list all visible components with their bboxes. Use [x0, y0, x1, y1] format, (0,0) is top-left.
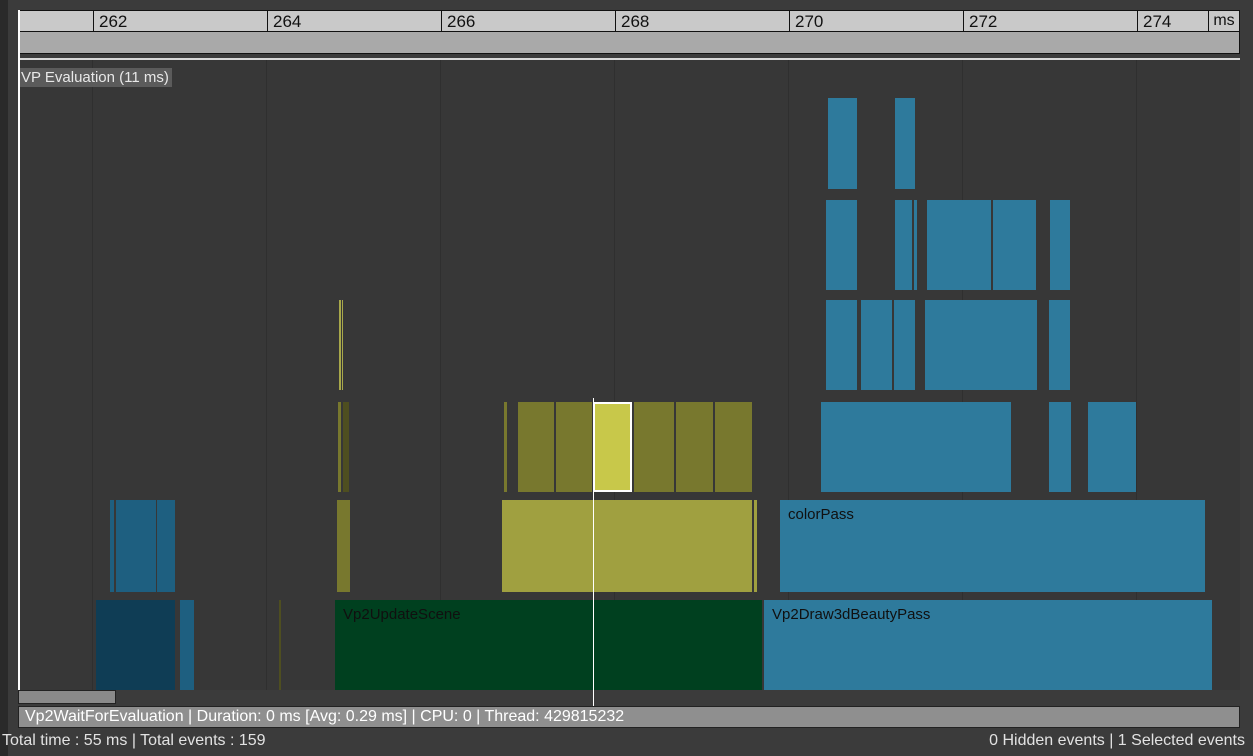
- event-block[interactable]: [993, 200, 1036, 290]
- gridline: [92, 60, 93, 690]
- event-block[interactable]: [927, 200, 991, 290]
- event-block[interactable]: [895, 200, 912, 290]
- track-title: VP Evaluation (11 ms): [18, 68, 172, 87]
- event-block[interactable]: [504, 402, 507, 492]
- ruler-tick: [441, 11, 442, 33]
- profiler-window: 262 264 266 268 270 272 274 ms VP Evalua…: [0, 0, 1253, 756]
- footer-summary: Total time : 55 ms | Total events : 159: [2, 732, 266, 749]
- event-block[interactable]: [110, 500, 114, 592]
- left-border: [0, 0, 8, 756]
- event-label: colorPass: [788, 506, 854, 523]
- event-block[interactable]: [828, 98, 857, 189]
- event-block[interactable]: [821, 402, 1011, 492]
- event-block[interactable]: [1049, 300, 1070, 390]
- ruler-tick-label: 272: [969, 12, 998, 31]
- footer-selection-summary: 0 Hidden events | 1 Selected events: [989, 732, 1245, 749]
- track-left-boundary: [18, 10, 20, 700]
- event-block[interactable]: [826, 200, 857, 290]
- event-block[interactable]: [338, 402, 341, 492]
- selected-event-status: Vp2WaitForEvaluation | Duration: 0 ms [A…: [18, 706, 1240, 728]
- ruler-tick-label: 274: [1143, 12, 1172, 31]
- color-pass-block[interactable]: colorPass: [780, 500, 1205, 592]
- gridline: [788, 60, 789, 690]
- event-block[interactable]: [279, 600, 281, 690]
- event-block[interactable]: [676, 402, 713, 492]
- ruler-tick: [963, 11, 964, 33]
- event-block[interactable]: [895, 98, 915, 189]
- evaluation-track[interactable]: VP Evaluation (11 ms) colorPass Vp2Updat…: [18, 58, 1240, 690]
- event-label: Vp2UpdateScene: [343, 606, 461, 623]
- ruler-tick-label: 262: [99, 12, 128, 31]
- selection-cursor-line: [593, 398, 594, 706]
- vp2-draw3d-beauty-pass-block[interactable]: Vp2Draw3dBeautyPass: [764, 600, 1212, 690]
- event-block[interactable]: [715, 402, 752, 492]
- event-block[interactable]: [1049, 402, 1071, 492]
- event-block[interactable]: [339, 300, 341, 390]
- event-block[interactable]: [754, 500, 757, 592]
- event-block[interactable]: [925, 300, 1037, 390]
- event-block[interactable]: [1088, 402, 1136, 492]
- gridline: [614, 60, 615, 690]
- gridline: [266, 60, 267, 690]
- event-block[interactable]: [180, 600, 194, 690]
- ruler-tick: [615, 11, 616, 33]
- event-block[interactable]: [634, 402, 674, 492]
- selected-event-block[interactable]: [593, 402, 632, 492]
- ruler-tick-label: 268: [621, 12, 650, 31]
- event-block[interactable]: [342, 300, 343, 390]
- event-block[interactable]: [894, 300, 915, 390]
- event-block[interactable]: [343, 402, 349, 492]
- event-block[interactable]: [826, 300, 857, 390]
- gridline: [1136, 60, 1137, 690]
- ruler-tick: [93, 11, 94, 33]
- ruler-tick: [1137, 11, 1138, 33]
- event-block[interactable]: [116, 500, 156, 592]
- ruler-tick: [267, 11, 268, 33]
- gridline: [440, 60, 441, 690]
- event-block[interactable]: [556, 402, 592, 492]
- event-label: Vp2Draw3dBeautyPass: [772, 606, 931, 623]
- event-block[interactable]: [502, 500, 752, 592]
- ruler-tick-label: 264: [273, 12, 302, 31]
- ruler-unit-label: ms: [1208, 11, 1239, 31]
- ruler-subtrack: [18, 32, 1240, 54]
- event-block[interactable]: [914, 200, 917, 290]
- event-block[interactable]: [861, 300, 892, 390]
- event-block[interactable]: [96, 600, 175, 690]
- event-block[interactable]: [518, 402, 554, 492]
- ruler-tick-label: 266: [447, 12, 476, 31]
- collapsed-track-tab[interactable]: [18, 690, 116, 704]
- event-block[interactable]: [157, 500, 175, 592]
- event-block[interactable]: [1050, 200, 1070, 290]
- ruler-tick: [789, 11, 790, 33]
- ruler-tick-label: 270: [795, 12, 824, 31]
- time-ruler[interactable]: 262 264 266 268 270 272 274 ms: [18, 10, 1240, 33]
- event-block[interactable]: [337, 500, 350, 592]
- vp2-update-scene-block[interactable]: Vp2UpdateScene: [335, 600, 762, 690]
